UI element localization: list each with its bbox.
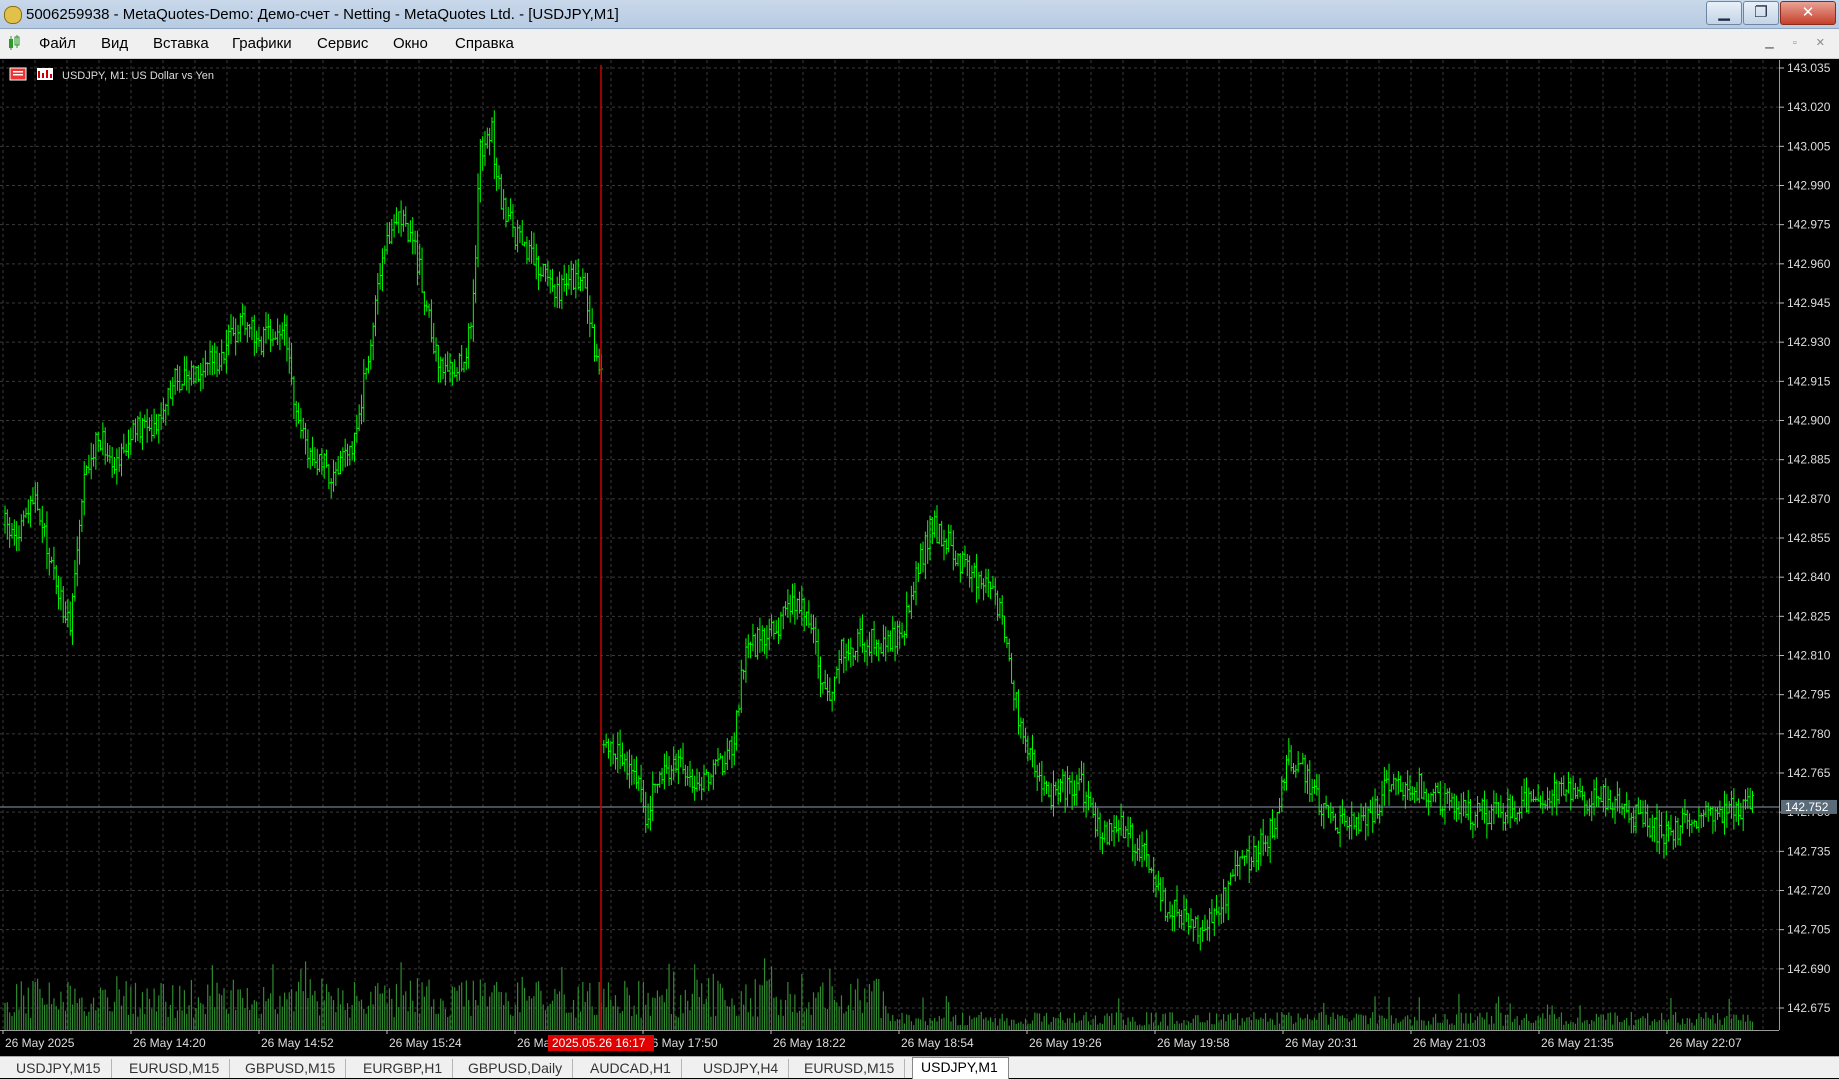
crosshair-time-label: 2025.05.26 16:17 [552, 1036, 646, 1050]
chart-canvas[interactable]: USDJPY, M1: US Dollar vs Yen [0, 60, 1779, 1030]
menu-window[interactable]: Окно [393, 35, 428, 52]
price-tick-label: 142.855 [1787, 531, 1831, 545]
tab-gbpusd-daily[interactable]: GBPUSD,Daily [460, 1059, 574, 1078]
chart-app-icon [9, 35, 20, 50]
price-tick-label: 142.915 [1787, 374, 1831, 388]
price-tick-label: 142.675 [1787, 1001, 1831, 1015]
time-scale[interactable]: 26 May 2025 26 May 14:20 26 May 14:52 26 Ma… [0, 1030, 1839, 1056]
time-tick-label: 26 May 22:07 [1669, 1036, 1742, 1050]
chart-tab-bar: USDJPY,M15 EURUSD,M15 GBPUSD,M15 EURGBP,… [0, 1056, 1839, 1079]
tab-eurgbp-h1[interactable]: EURGBP,H1 [355, 1059, 454, 1078]
menu-charts[interactable]: Графики [232, 35, 292, 52]
time-tick-label: 26 May 17:50 [645, 1036, 718, 1050]
menu-file[interactable]: Файл [39, 35, 76, 52]
tab-gbpusd-m15[interactable]: GBPUSD,M15 [237, 1059, 347, 1078]
menu-view[interactable]: Вид [101, 35, 128, 52]
tab-audcad-h1[interactable]: AUDCAD,H1 [582, 1059, 682, 1078]
mdi-window-controls[interactable]: ▁ ▫ ✕ [1765, 36, 1833, 49]
time-tick-label: 26 May 18:22 [773, 1036, 846, 1050]
menu-tools[interactable]: Сервис [317, 35, 368, 52]
time-tick-label: 26 May 2025 [5, 1036, 75, 1050]
tab-eurusd-m15-2[interactable]: EURUSD,M15 [796, 1059, 906, 1078]
price-tick-label: 142.960 [1787, 257, 1831, 271]
price-tick-label: 142.900 [1787, 414, 1831, 428]
chart-symbol-label: USDJPY, M1: US Dollar vs Yen [62, 70, 214, 82]
price-tick-label: 142.780 [1787, 727, 1831, 741]
current-price-label: 142.752 [1785, 800, 1829, 814]
price-tick-label: 143.005 [1787, 139, 1831, 153]
price-tick-label: 143.035 [1787, 61, 1831, 75]
price-tick-label: 142.735 [1787, 844, 1831, 858]
maximize-button[interactable]: ❐ [1743, 1, 1779, 25]
price-chart[interactable]: USDJPY, M1: US Dollar vs Yen [0, 60, 1779, 1030]
window-titlebar[interactable]: 5006259938 - MetaQuotes-Demo: Демо-счет … [0, 0, 1839, 29]
time-tick-label: 26 May 21:35 [1541, 1036, 1614, 1050]
close-icon: ✕ [1801, 4, 1815, 21]
price-tick-label: 142.870 [1787, 492, 1831, 506]
time-tick-label: 26 May 19:58 [1157, 1036, 1230, 1050]
price-tick-label: 142.885 [1787, 453, 1831, 467]
price-tick-label: 142.795 [1787, 688, 1831, 702]
price-tick-label: 142.945 [1787, 296, 1831, 310]
tab-usdjpy-m15[interactable]: USDJPY,M15 [8, 1059, 112, 1078]
time-tick-label: 26 May 14:20 [133, 1036, 206, 1050]
price-tick-label: 142.825 [1787, 609, 1831, 623]
price-tick-label: 142.930 [1787, 335, 1831, 349]
price-tick-label: 142.975 [1787, 218, 1831, 232]
time-tick-label: 26 May 14:52 [261, 1036, 334, 1050]
price-tick-label: 142.690 [1787, 962, 1831, 976]
price-tick-label: 142.990 [1787, 179, 1831, 193]
metatrader-app-icon [4, 6, 22, 24]
tab-eurusd-m15[interactable]: EURUSD,M15 [121, 1059, 231, 1078]
tab-usdjpy-m1[interactable]: USDJPY,M1 [912, 1057, 1009, 1079]
window-title: 5006259938 - MetaQuotes-Demo: Демо-счет … [26, 6, 619, 23]
minimize-icon: ▁ [1718, 4, 1730, 21]
close-button[interactable]: ✕ [1780, 1, 1836, 25]
price-tick-label: 142.720 [1787, 884, 1831, 898]
chart-header: USDJPY, M1: US Dollar vs Yen [9, 67, 214, 82]
time-tick-label: 26 May 19:26 [1029, 1036, 1102, 1050]
price-tick-label: 142.810 [1787, 649, 1831, 663]
menu-insert[interactable]: Вставка [153, 35, 209, 52]
price-tick-label: 142.705 [1787, 923, 1831, 937]
time-tick-label: 26 May 18:54 [901, 1036, 974, 1050]
menu-bar: Файл Вид Вставка Графики Сервис Окно Спр… [0, 29, 1839, 59]
price-tick-label: 142.840 [1787, 570, 1831, 584]
time-tick-label: 26 May 21:03 [1413, 1036, 1486, 1050]
minimize-button[interactable]: ▁ [1706, 1, 1742, 25]
maximize-icon: ❐ [1754, 4, 1768, 21]
price-scale[interactable]: 143.035 143.020 143.005 142.990 142.975 142.9… [1779, 60, 1839, 1030]
time-tick-label: 26 May 15:24 [389, 1036, 462, 1050]
menu-help[interactable]: Справка [455, 35, 514, 52]
price-tick-label: 143.020 [1787, 100, 1831, 114]
time-tick-label: 26 May 20:31 [1285, 1036, 1358, 1050]
tab-usdjpy-h4[interactable]: USDJPY,H4 [695, 1059, 790, 1078]
price-tick-label: 142.765 [1787, 766, 1831, 780]
